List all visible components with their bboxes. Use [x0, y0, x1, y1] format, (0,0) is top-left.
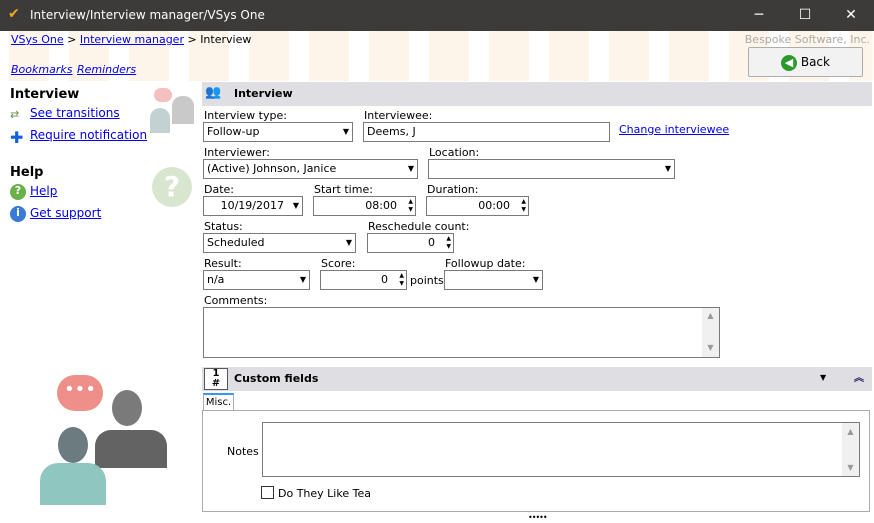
comments-label: Comments: — [204, 294, 268, 307]
followup-date-picker[interactable] — [444, 270, 543, 290]
followup-date-label: Followup date: — [445, 257, 526, 270]
start-time-label: Start time: — [314, 183, 373, 196]
interview-type-label: Interview type: — [204, 109, 287, 122]
breadcrumb-current: Interview — [200, 33, 252, 46]
duration-label: Duration: — [427, 183, 479, 196]
window-title: Interview/Interview manager/VSys One — [30, 8, 265, 22]
custom-fields-icon: 1 # — [204, 368, 228, 390]
interview-section-header: 👥 Interview — [202, 82, 872, 106]
breadcrumb-separator: > — [67, 33, 77, 46]
breadcrumb-interview-manager[interactable]: Interview manager — [80, 33, 184, 46]
minimize-button[interactable]: ─ — [736, 0, 782, 31]
breadcrumb-separator: > — [187, 33, 197, 46]
tea-checkbox[interactable] — [261, 486, 274, 499]
start-time-field[interactable]: 08:00 — [313, 196, 416, 216]
result-select[interactable]: n/a — [203, 270, 310, 290]
transitions-icon: ⇄ — [10, 108, 20, 121]
date-label: Date: — [204, 183, 234, 196]
score-unit: points — [410, 274, 444, 287]
people-icon — [150, 88, 195, 133]
notes-textarea[interactable] — [262, 422, 860, 477]
get-support-link[interactable]: Get support — [30, 206, 101, 220]
breadcrumb: VSys One > Interview manager > Interview — [11, 33, 251, 46]
reschedule-count-field[interactable]: 0 — [367, 233, 454, 253]
back-arrow-icon: ◀ — [781, 54, 798, 71]
add-notification-icon: ✚ — [10, 128, 24, 147]
change-interviewee-link[interactable]: Change interviewee — [619, 123, 729, 136]
require-notification-link[interactable]: Require notification — [30, 128, 147, 142]
comments-textarea[interactable] — [203, 307, 720, 358]
interviewee-field[interactable]: Deems, J — [363, 122, 610, 142]
date-picker[interactable]: 10/19/2017 — [203, 196, 303, 216]
interviewer-select[interactable]: (Active) Johnson, Janice — [203, 159, 418, 179]
interview-type-select[interactable]: Follow-up — [203, 122, 353, 142]
location-select[interactable] — [428, 159, 675, 179]
score-label: Score: — [321, 257, 356, 270]
reschedule-count-label: Reschedule count: — [368, 220, 470, 233]
interview-illustration: ••• — [40, 375, 170, 505]
help-watermark-icon: ? — [152, 167, 192, 207]
tea-checkbox-label: Do They Like Tea — [278, 487, 371, 500]
custom-fields-title: Custom fields — [234, 372, 319, 385]
back-label: Back — [800, 55, 830, 69]
interview-header-title: Interview — [234, 87, 293, 100]
help-icon: ? — [10, 184, 26, 200]
notes-label: Notes — [227, 445, 259, 458]
bookmarks-link[interactable]: Bookmarks — [11, 63, 72, 76]
help-link[interactable]: Help — [30, 184, 57, 198]
comments-scrollbar[interactable]: ▲ ▼ — [702, 308, 719, 357]
title-bar: ✔ Interview/Interview manager/VSys One ─… — [0, 0, 874, 31]
sidebar-section-interview: Interview — [10, 87, 80, 102]
interview-people-icon: 👥 — [205, 85, 222, 100]
result-label: Result: — [204, 257, 242, 270]
maximize-button[interactable]: ☐ — [782, 0, 828, 31]
duration-field[interactable]: 00:00 — [426, 196, 529, 216]
resize-grip[interactable]: ••••• — [528, 513, 548, 522]
dropdown-icon[interactable]: ▼ — [820, 373, 826, 382]
breadcrumb-vsys-one[interactable]: VSys One — [11, 33, 64, 46]
app-logo-icon: ✔ — [8, 6, 20, 22]
interviewer-label: Interviewer: — [204, 146, 270, 159]
status-select[interactable]: Scheduled — [203, 233, 356, 253]
interviewee-label: Interviewee: — [364, 109, 433, 122]
collapse-icon[interactable]: ︽ — [854, 369, 864, 384]
close-button[interactable]: ✕ — [828, 0, 874, 31]
status-label: Status: — [204, 220, 243, 233]
sidebar-section-help: Help — [10, 165, 44, 180]
see-transitions-link[interactable]: See transitions — [30, 106, 120, 120]
notes-scrollbar[interactable]: ▲ ▼ — [842, 423, 859, 476]
score-field[interactable]: 0 — [320, 270, 407, 290]
location-label: Location: — [429, 146, 480, 159]
company-name: Bespoke Software, Inc. — [744, 33, 870, 46]
back-button[interactable]: ◀ Back — [748, 47, 863, 77]
tab-misc[interactable]: Misc. — [203, 393, 234, 411]
info-icon: i — [10, 206, 26, 222]
custom-fields-header[interactable]: 1 # Custom fields ▼ ︽ — [202, 367, 872, 391]
reminders-link[interactable]: Reminders — [77, 63, 136, 76]
